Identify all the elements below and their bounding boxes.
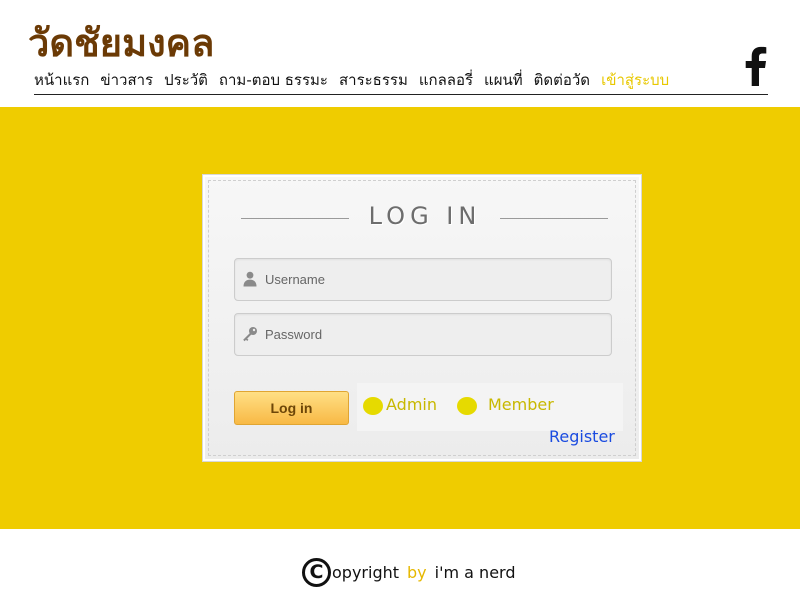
title-divider-right — [500, 218, 608, 219]
register-link[interactable]: Register — [549, 427, 615, 447]
site-header: วัดชัยมงคล หน้าแรก ข่าวสาร ประวัติ ถาม-ต… — [0, 0, 800, 107]
nav-item-contact[interactable]: ติดต่อวัด — [534, 69, 590, 91]
admin-radio[interactable] — [363, 397, 383, 415]
password-field[interactable] — [234, 313, 612, 356]
nav-item-history[interactable]: ประวัติ — [164, 69, 208, 91]
member-radio[interactable] — [457, 397, 477, 415]
nav-divider — [34, 94, 768, 95]
user-icon — [243, 271, 257, 287]
admin-radio-label[interactable]: Admin — [386, 395, 437, 415]
nav-item-home[interactable]: หน้าแรก — [34, 69, 89, 91]
site-title[interactable]: วัดชัยมงคล — [28, 18, 214, 68]
login-title: LOG IN — [368, 202, 482, 230]
main-nav: หน้าแรก ข่าวสาร ประวัติ ถาม-ตอบ ธรรมะ สา… — [34, 68, 680, 92]
nav-item-news[interactable]: ข่าวสาร — [100, 69, 153, 91]
title-divider-left — [241, 218, 349, 219]
username-field[interactable] — [234, 258, 612, 301]
copyright-text: opyright — [332, 562, 400, 582]
facebook-icon[interactable] — [738, 46, 772, 86]
site-footer: C opyright by i'm a nerd — [0, 529, 800, 600]
nav-item-gallery[interactable]: แกลลอรี่ — [419, 69, 473, 91]
password-input[interactable] — [265, 314, 605, 355]
nav-item-dhamma-articles[interactable]: สาระธรรม — [339, 69, 408, 91]
nav-item-map[interactable]: แผนที่ — [484, 69, 523, 91]
copyright-symbol: C — [302, 557, 331, 587]
username-input[interactable] — [265, 259, 605, 300]
login-panel: LOG IN Log in Admin Member Register — [202, 174, 642, 462]
copyright-by: by — [407, 562, 427, 582]
copyright-line: C opyright by i'm a nerd — [302, 555, 515, 589]
nav-item-login[interactable]: เข้าสู่ระบบ — [601, 69, 669, 91]
copyright-author: i'm a nerd — [434, 562, 516, 582]
key-icon — [243, 327, 257, 342]
member-radio-label[interactable]: Member — [488, 395, 554, 415]
login-button[interactable]: Log in — [234, 391, 349, 425]
nav-item-dhamma-qa[interactable]: ถาม-ตอบ ธรรมะ — [219, 69, 328, 91]
